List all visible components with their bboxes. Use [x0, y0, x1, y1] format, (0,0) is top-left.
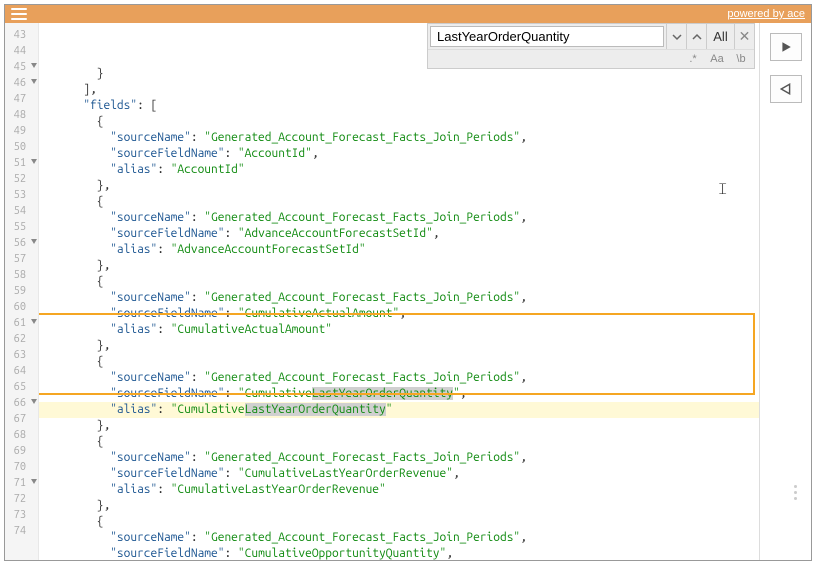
gutter-line[interactable]: 69 [5, 443, 38, 459]
code-line[interactable]: ], [39, 82, 759, 98]
powered-by-link[interactable]: powered by ace [727, 8, 805, 20]
code-line[interactable]: }, [39, 258, 759, 274]
gutter-line[interactable]: 58 [5, 267, 38, 283]
search-case-toggle[interactable]: Aa [708, 53, 726, 65]
gutter-line[interactable]: 52 [5, 171, 38, 187]
gutter-line[interactable]: 48 [5, 107, 38, 123]
search-all-button[interactable]: All [706, 24, 734, 49]
fold-icon[interactable] [31, 479, 37, 484]
gutter-line[interactable]: 44 [5, 43, 38, 59]
code-line[interactable]: }, [39, 418, 759, 434]
gutter-line[interactable]: 67 [5, 411, 38, 427]
topbar: powered by ace [5, 5, 811, 23]
gutter-line[interactable]: 62 [5, 331, 38, 347]
code-line[interactable]: "sourceName": "Generated_Account_Forecas… [39, 130, 759, 146]
gutter-line[interactable]: 61 [5, 315, 38, 331]
code-line[interactable]: }, [39, 498, 759, 514]
code-line[interactable]: "sourceName": "Generated_Account_Forecas… [39, 450, 759, 466]
code-line[interactable]: { [39, 514, 759, 530]
code-line[interactable]: "sourceFieldName": "CumulativeOpportunit… [39, 546, 759, 560]
code-line[interactable]: "alias": "CumulativeLastYearOrderRevenue… [39, 482, 759, 498]
gutter-line[interactable]: 53 [5, 187, 38, 203]
code-line[interactable]: "alias": "CumulativeActualAmount" [39, 322, 759, 338]
gutter-line[interactable]: 60 [5, 299, 38, 315]
gutter-line[interactable]: 63 [5, 347, 38, 363]
gutter-line[interactable]: 71 [5, 475, 38, 491]
code-area[interactable]: } ], "fields": [ { "sourceName": "Genera… [39, 23, 759, 560]
code-line[interactable]: "sourceFieldName": "AdvanceAccountForeca… [39, 226, 759, 242]
gutter-line[interactable]: 55 [5, 219, 38, 235]
code-line[interactable]: { [39, 274, 759, 290]
fold-icon[interactable] [31, 319, 37, 324]
code-line[interactable]: "alias": "AccountId" [39, 162, 759, 178]
search-panel: All ✕ .* Aa \b [427, 23, 755, 69]
gutter-line[interactable]: 59 [5, 283, 38, 299]
code-line[interactable]: "sourceFieldName": "CumulativeActualAmou… [39, 306, 759, 322]
search-match: LastYearOrderQuantity [245, 403, 386, 416]
more-dots-icon[interactable] [794, 485, 797, 500]
search-close-button[interactable]: ✕ [734, 24, 754, 49]
gutter-line[interactable]: 74 [5, 523, 38, 539]
line-gutter[interactable]: 4344454647484950515253545556575859606162… [5, 23, 39, 560]
gutter-line[interactable]: 54 [5, 203, 38, 219]
gutter-line[interactable]: 56 [5, 235, 38, 251]
code-line[interactable]: "sourceName": "Generated_Account_Forecas… [39, 210, 759, 226]
editor-pane[interactable]: 4344454647484950515253545556575859606162… [5, 23, 759, 560]
gutter-line[interactable]: 45 [5, 59, 38, 75]
search-prev-button[interactable] [686, 24, 706, 49]
code-line[interactable]: "sourceName": "Generated_Account_Forecas… [39, 370, 759, 386]
fold-icon[interactable] [31, 63, 37, 68]
code-line[interactable]: "alias": "AdvanceAccountForecastSetId" [39, 242, 759, 258]
fold-icon[interactable] [31, 239, 37, 244]
code-line[interactable]: "sourceFieldName": "CumulativeLastYearOr… [39, 466, 759, 482]
code-line[interactable]: "sourceName": "Generated_Account_Forecas… [39, 530, 759, 546]
menu-icon[interactable] [11, 8, 27, 20]
search-input[interactable] [430, 26, 664, 47]
code-line[interactable]: "sourceFieldName": "AccountId", [39, 146, 759, 162]
fold-icon[interactable] [31, 159, 37, 164]
gutter-line[interactable]: 46 [5, 75, 38, 91]
gutter-line[interactable]: 70 [5, 459, 38, 475]
app-frame: powered by ace 4344454647484950515253545… [4, 4, 812, 561]
gutter-line[interactable]: 49 [5, 123, 38, 139]
code-line[interactable]: }, [39, 178, 759, 194]
gutter-line[interactable]: 51 [5, 155, 38, 171]
fold-icon[interactable] [31, 399, 37, 404]
code-line[interactable]: "sourceName": "Generated_Account_Forecas… [39, 290, 759, 306]
code-line[interactable]: "alias": "CumulativeLastYearOrderQuantit… [39, 402, 759, 418]
gutter-line[interactable]: 73 [5, 507, 38, 523]
run-button[interactable] [770, 33, 802, 61]
gutter-line[interactable]: 64 [5, 363, 38, 379]
search-regex-toggle[interactable]: .* [684, 53, 702, 65]
code-line[interactable]: { [39, 114, 759, 130]
main-body: 4344454647484950515253545556575859606162… [5, 23, 811, 560]
gutter-line[interactable]: 72 [5, 491, 38, 507]
gutter-line[interactable]: 57 [5, 251, 38, 267]
gutter-line[interactable]: 65 [5, 379, 38, 395]
gutter-line[interactable]: 47 [5, 91, 38, 107]
gutter-line[interactable]: 68 [5, 427, 38, 443]
code-line[interactable]: "sourceFieldName": "CumulativeLastYearOr… [39, 386, 759, 402]
search-next-button[interactable] [666, 24, 686, 49]
fold-icon[interactable] [31, 79, 37, 84]
code-line[interactable]: { [39, 354, 759, 370]
right-rail [759, 23, 811, 560]
search-wholeword-toggle[interactable]: \b [732, 53, 750, 65]
code-line[interactable]: }, [39, 338, 759, 354]
gutter-line[interactable]: 50 [5, 139, 38, 155]
gutter-line[interactable]: 66 [5, 395, 38, 411]
gutter-line[interactable]: 43 [5, 27, 38, 43]
code-line[interactable]: { [39, 434, 759, 450]
search-match: LastYearOrderQuantity [312, 387, 453, 400]
code-line[interactable]: { [39, 194, 759, 210]
code-line[interactable]: "fields": [ [39, 98, 759, 114]
back-button[interactable] [770, 75, 802, 103]
